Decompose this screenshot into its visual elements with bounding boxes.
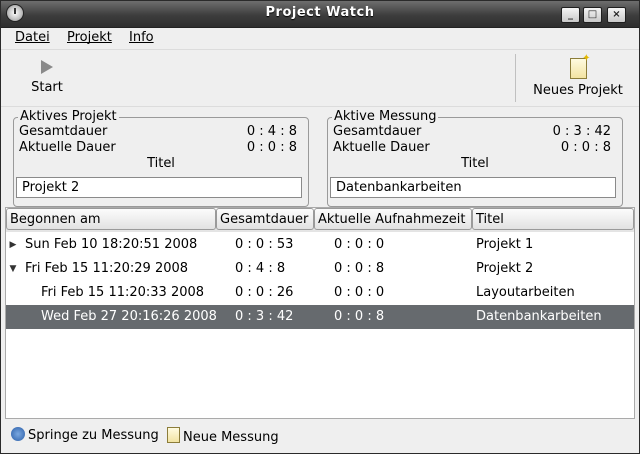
- row-title: Projekt 1: [476, 237, 534, 252]
- project-total-label: Gesamtdauer: [19, 124, 108, 139]
- row-current: 0 : 0 : 0: [334, 237, 385, 252]
- new-note-icon: [167, 427, 180, 443]
- row-started: Sun Feb 10 18:20:51 2008: [25, 237, 198, 252]
- row-total: 0 : 3 : 42: [235, 309, 294, 324]
- table-row-selected[interactable]: Wed Feb 27 20:16:26 2008 0 : 3 : 42 0 : …: [6, 305, 634, 329]
- measurements-tree[interactable]: Begonnen am Gesamtdauer Aktuelle Aufnahm…: [5, 207, 635, 419]
- row-current: 0 : 0 : 8: [334, 309, 385, 324]
- jump-label: Springe zu Messung: [28, 428, 159, 443]
- active-measurement-group: Aktive Messung Gesamtdauer 0 : 3 : 42 Ak…: [327, 109, 623, 207]
- column-header-title[interactable]: Titel: [472, 208, 634, 230]
- menubar: Datei Projekt Info: [1, 28, 639, 48]
- new-project-label: Neues Projekt: [533, 83, 623, 98]
- new-project-button[interactable]: Neues Projekt: [525, 53, 631, 98]
- column-header-total[interactable]: Gesamtdauer: [216, 208, 314, 230]
- menu-datei[interactable]: Datei: [15, 30, 50, 45]
- row-title: Datenbankarbeiten: [476, 309, 602, 324]
- jump-arrow-icon: [11, 427, 25, 441]
- new-measurement-button[interactable]: Neue Messung: [167, 427, 279, 446]
- table-row[interactable]: ▶ Sun Feb 10 18:20:51 2008 0 : 0 : 53 0 …: [6, 233, 634, 257]
- measurement-current-label: Aktuelle Dauer: [333, 140, 430, 155]
- measurement-current-value: 0 : 0 : 8: [560, 140, 611, 155]
- column-header-current[interactable]: Aktuelle Aufnahmezeit: [314, 208, 472, 230]
- measurement-title-field[interactable]: Datenbankarbeiten: [330, 177, 616, 198]
- column-header-started[interactable]: Begonnen am: [6, 208, 216, 230]
- main-window: Project Watch _ □ × Datei Projekt Info S…: [0, 0, 640, 454]
- row-title: Layoutarbeiten: [476, 285, 575, 300]
- statusbar: Springe zu Messung Neue Messung: [1, 421, 639, 451]
- project-total-value: 0 : 4 : 8: [246, 124, 297, 139]
- active-project-legend: Aktives Projekt: [18, 109, 119, 125]
- row-total: 0 : 0 : 53: [235, 237, 294, 252]
- measurement-total-label: Gesamtdauer: [333, 124, 422, 139]
- toolbar-separator: [515, 54, 516, 102]
- row-title: Projekt 2: [476, 261, 534, 276]
- measurement-current-row: Aktuelle Dauer 0 : 0 : 8: [333, 140, 615, 156]
- project-current-row: Aktuelle Dauer 0 : 0 : 8: [19, 140, 301, 156]
- new-document-icon: [569, 53, 591, 79]
- project-title-label: Titel: [147, 156, 175, 171]
- measurement-total-value: 0 : 3 : 42: [552, 124, 611, 139]
- row-started: Fri Feb 15 11:20:33 2008: [41, 285, 205, 300]
- expander-expanded-icon[interactable]: ▼: [8, 257, 18, 281]
- table-row[interactable]: Fri Feb 15 11:20:33 2008 0 : 0 : 26 0 : …: [6, 281, 634, 305]
- row-total: 0 : 4 : 8: [235, 261, 286, 276]
- maximize-button[interactable]: □: [583, 7, 602, 23]
- menu-info[interactable]: Info: [129, 30, 154, 45]
- window-title: Project Watch: [265, 5, 375, 20]
- start-button[interactable]: Start: [15, 56, 79, 95]
- measurement-total-row: Gesamtdauer 0 : 3 : 42: [333, 124, 615, 140]
- row-started: Wed Feb 27 20:16:26 2008: [41, 309, 217, 324]
- project-title-field[interactable]: Projekt 2: [16, 177, 302, 198]
- close-button[interactable]: ×: [607, 7, 626, 23]
- jump-to-measurement-button[interactable]: Springe zu Messung: [11, 427, 159, 444]
- minimize-button[interactable]: _: [561, 7, 580, 23]
- start-label: Start: [31, 80, 63, 95]
- row-current: 0 : 0 : 0: [334, 285, 385, 300]
- project-total-row: Gesamtdauer 0 : 4 : 8: [19, 124, 301, 140]
- table-header: Begonnen am Gesamtdauer Aktuelle Aufnahm…: [6, 208, 634, 232]
- measurement-title-label: Titel: [461, 156, 489, 171]
- new-measurement-label: Neue Messung: [183, 430, 279, 445]
- row-started: Fri Feb 15 11:20:29 2008: [25, 261, 189, 276]
- toolbar: Start Neues Projekt: [1, 49, 639, 107]
- play-icon: [41, 60, 53, 74]
- active-project-group: Aktives Projekt Gesamtdauer 0 : 4 : 8 Ak…: [13, 109, 309, 207]
- titlebar[interactable]: Project Watch _ □ ×: [1, 1, 639, 28]
- active-measurement-legend: Aktive Messung: [332, 109, 439, 125]
- menu-projekt[interactable]: Projekt: [67, 30, 112, 45]
- project-current-value: 0 : 0 : 8: [246, 140, 297, 155]
- table-row[interactable]: ▼ Fri Feb 15 11:20:29 2008 0 : 4 : 8 0 :…: [6, 257, 634, 281]
- expander-collapsed-icon[interactable]: ▶: [8, 233, 18, 257]
- project-current-label: Aktuelle Dauer: [19, 140, 116, 155]
- row-current: 0 : 0 : 8: [334, 261, 385, 276]
- row-total: 0 : 0 : 26: [235, 285, 294, 300]
